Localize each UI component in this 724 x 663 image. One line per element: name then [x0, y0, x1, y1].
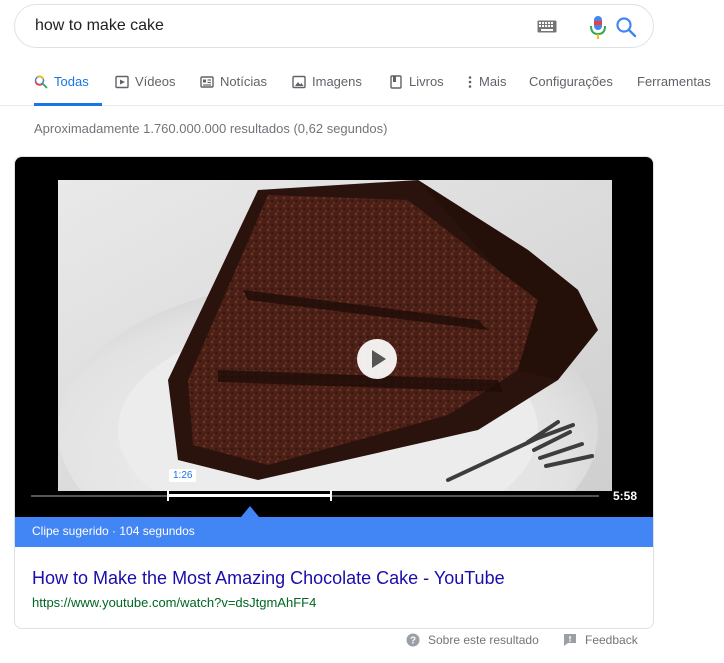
tab-noticias[interactable]: Notícias [200, 74, 267, 106]
result-stats: Aproximadamente 1.760.000.000 resultados… [34, 121, 388, 136]
tab-label: Mais [479, 74, 507, 89]
about-result-label: Sobre este resultado [428, 633, 539, 647]
tab-label: Configurações [529, 74, 613, 89]
tab-todas[interactable]: Todas [34, 74, 102, 106]
play-box-icon [115, 75, 129, 89]
image-icon [292, 75, 306, 89]
feedback-icon [564, 634, 576, 646]
play-button[interactable] [357, 339, 397, 379]
book-icon [390, 75, 402, 89]
feedback-label: Feedback [585, 633, 638, 647]
tab-configuracoes[interactable]: Configurações [529, 74, 613, 106]
clip-end-marker [330, 490, 332, 501]
help-icon: ? [406, 633, 420, 647]
clip-start-time: 1:26 [169, 469, 197, 482]
tab-label: Vídeos [135, 74, 176, 89]
result-title-link[interactable]: How to Make the Most Amazing Chocolate C… [32, 568, 505, 589]
keyboard-icon[interactable] [537, 20, 557, 33]
suggested-clip-bar: Clipe sugerido · 104 segundos [15, 517, 653, 547]
tab-label: Notícias [220, 74, 267, 89]
result-url[interactable]: https://www.youtube.com/watch?v=dsJtgmAh… [32, 595, 316, 610]
more-vert-icon [468, 76, 472, 88]
tab-label: Ferramentas [637, 74, 711, 89]
tab-livros[interactable]: Livros [389, 74, 444, 106]
clip-pointer [241, 506, 259, 517]
suggested-clip-segment[interactable] [167, 494, 330, 497]
about-result-link[interactable]: ? Sobre este resultado [406, 633, 539, 647]
microphone-icon[interactable] [590, 16, 606, 40]
search-input[interactable] [35, 17, 515, 35]
search-tabs: Todas Vídeos Notícias Imagens Livros Mai… [0, 60, 724, 106]
tab-videos[interactable]: Vídeos [115, 74, 175, 106]
tab-imagens[interactable]: Imagens [292, 74, 362, 106]
cake-thumbnail-image [58, 180, 612, 491]
video-result-card: 1:26 5:58 Clipe sugerido · 104 segundos … [14, 156, 654, 629]
svg-text:?: ? [410, 636, 416, 647]
search-bar[interactable] [14, 4, 654, 48]
tab-ferramentas[interactable]: Ferramentas [637, 74, 711, 106]
video-thumbnail[interactable] [58, 180, 612, 491]
suggested-clip-label: Clipe sugerido · 104 segundos [32, 524, 195, 538]
tab-label: Livros [409, 74, 444, 89]
video-duration: 5:58 [613, 489, 638, 503]
newspaper-icon [200, 76, 214, 88]
tab-label: Imagens [312, 74, 362, 89]
feedback-link[interactable]: Feedback [563, 633, 638, 647]
search-icon[interactable] [615, 16, 637, 38]
search-icon [34, 75, 48, 89]
video-player[interactable]: 1:26 5:58 [15, 157, 653, 517]
tab-label: Todas [54, 74, 89, 89]
tab-mais[interactable]: Mais [467, 74, 506, 106]
clip-start-marker [167, 490, 169, 501]
